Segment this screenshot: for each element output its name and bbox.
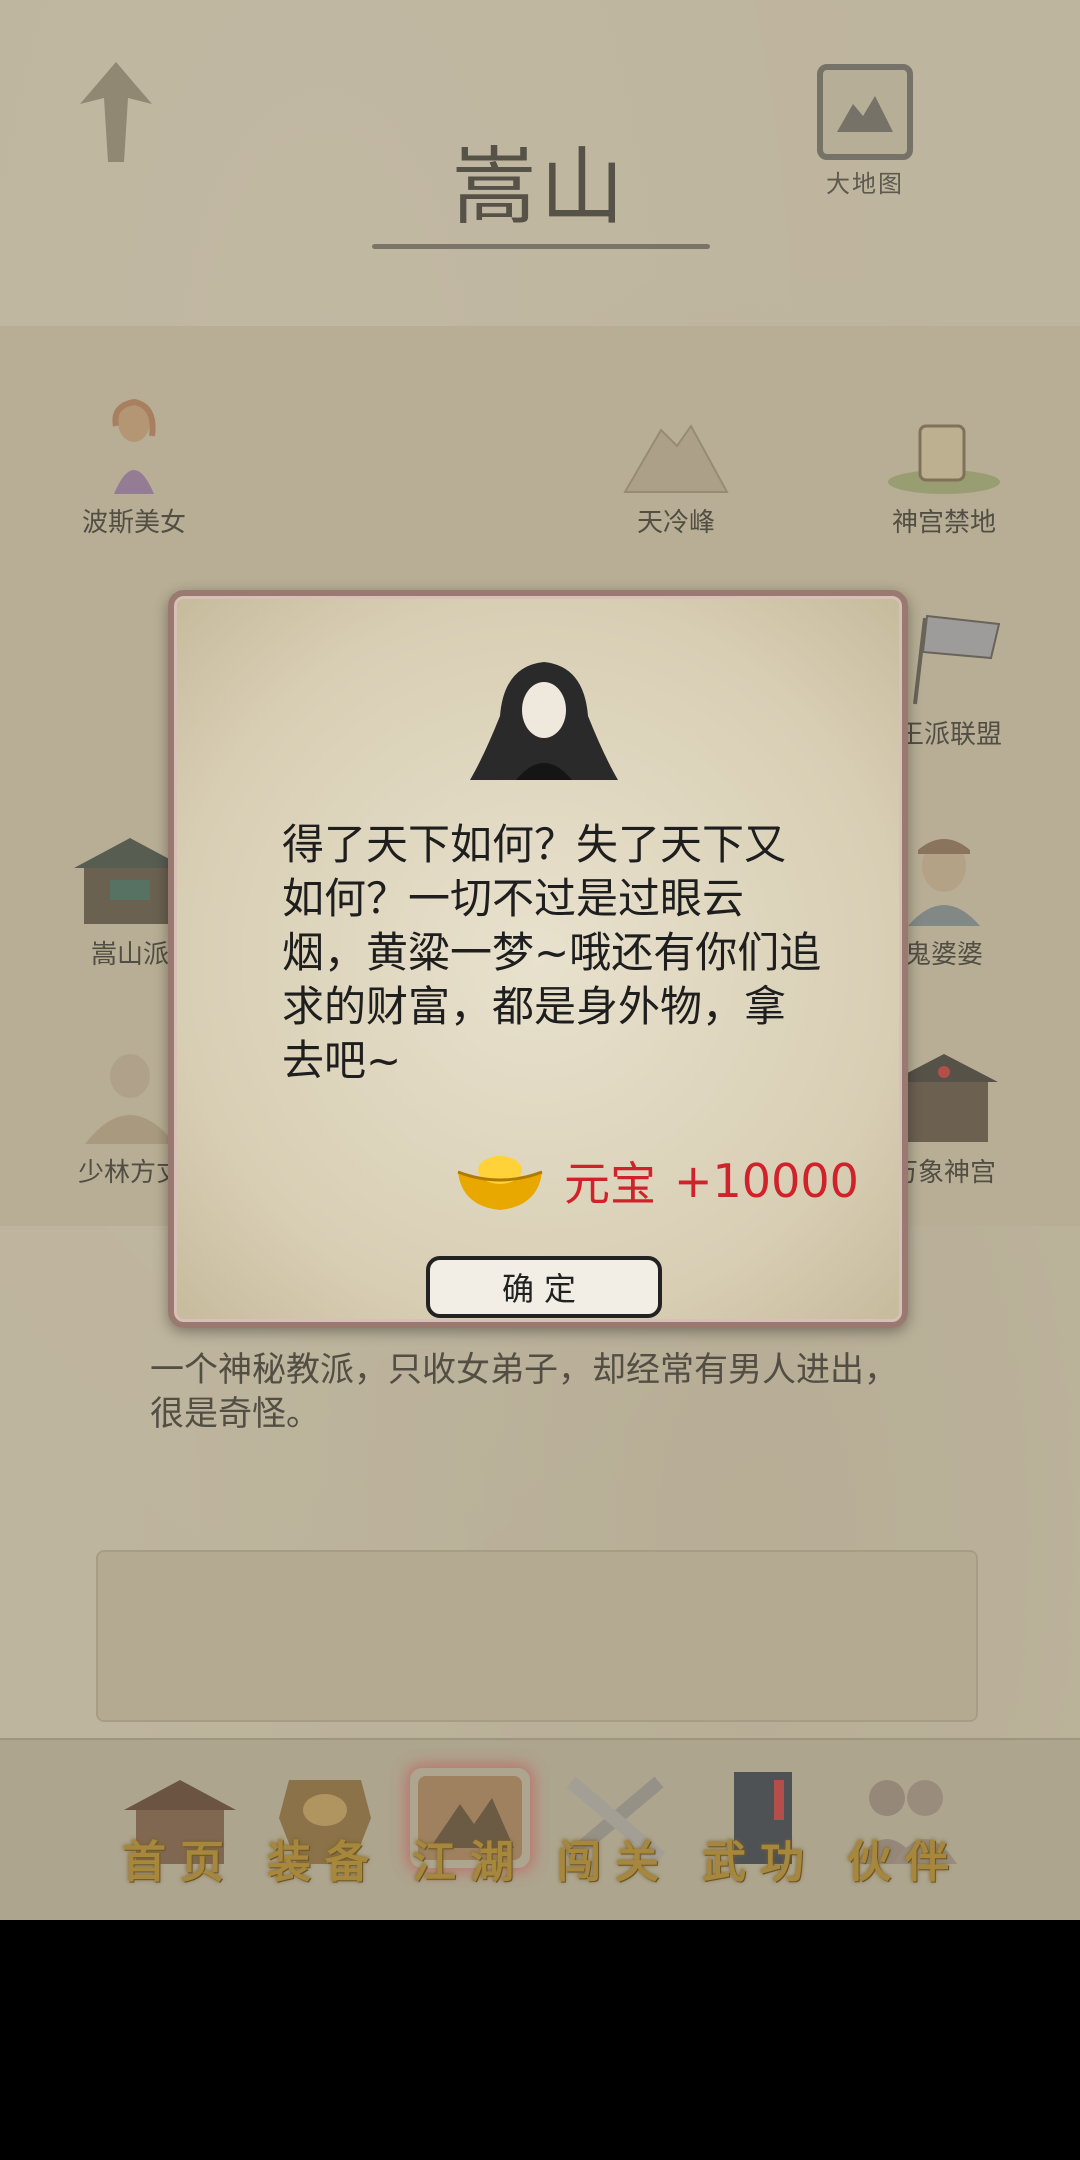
game-screen: 大地图 嵩山 波斯美女 天冷峰 神宫禁地 王派联盟 嵩山派 鬼婆婆 少林方丈 万…: [0, 0, 1080, 1920]
black-letterbox: [0, 1920, 1080, 2160]
confirm-button[interactable]: 确定: [426, 1256, 662, 1318]
dialog-message: 得了天下如何？失了天下又如何？一切不过是过眼云烟，黄粱一梦~哦还有你们追求的财富…: [282, 820, 822, 1085]
reward-amount: +10000: [674, 1154, 859, 1208]
gold-ingot-icon: [454, 1148, 546, 1214]
reward-dialog: 得了天下如何？失了天下又如何？一切不过是过眼云烟，黄粱一梦~哦还有你们追求的财富…: [168, 590, 908, 1328]
woman-portrait-icon: [464, 656, 624, 786]
reward-name: 元宝: [564, 1157, 656, 1211]
reward-row: 元宝 +10000: [454, 1146, 859, 1216]
